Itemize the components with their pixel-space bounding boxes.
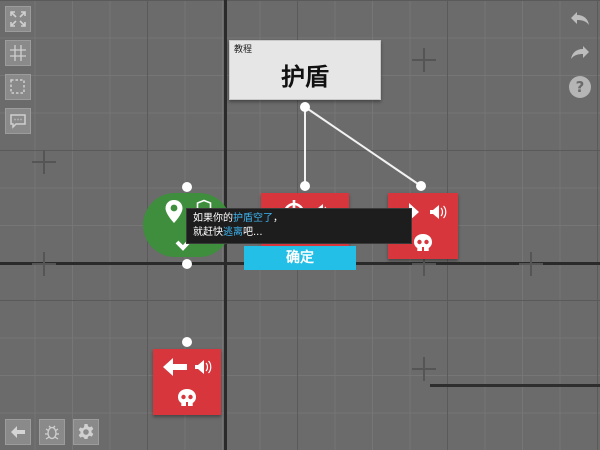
speaker-icon bbox=[195, 360, 212, 374]
tooltip-highlight: 逃离 bbox=[223, 227, 243, 238]
connection-handle[interactable] bbox=[416, 181, 426, 191]
undo-icon bbox=[571, 12, 589, 25]
skull-icon bbox=[178, 389, 196, 406]
svg-text:?: ? bbox=[576, 78, 585, 96]
tooltip-text: 就赶快 bbox=[193, 227, 223, 238]
grid-crosshair bbox=[412, 48, 436, 72]
connection-handle[interactable] bbox=[182, 337, 192, 347]
help-icon: ? bbox=[569, 76, 591, 98]
tutorial-caption: 教程 bbox=[234, 45, 253, 55]
canvas-line bbox=[430, 384, 600, 387]
grid-icon bbox=[10, 45, 26, 61]
undo-button[interactable] bbox=[565, 5, 595, 33]
fullscreen-button[interactable] bbox=[5, 6, 31, 32]
location-pin-icon bbox=[165, 200, 183, 223]
skull-icon bbox=[414, 234, 432, 251]
comment-button[interactable] bbox=[5, 108, 31, 134]
select-box-icon bbox=[10, 79, 25, 94]
select-box-button[interactable] bbox=[5, 74, 31, 100]
redo-button[interactable] bbox=[565, 39, 595, 67]
connection-handle[interactable] bbox=[300, 181, 310, 191]
connection-handle[interactable] bbox=[182, 182, 192, 192]
tooltip-text: 如果你的 bbox=[193, 213, 233, 224]
grid-crosshair bbox=[32, 252, 56, 276]
grid-crosshair bbox=[412, 357, 436, 381]
grid-toggle-button[interactable] bbox=[5, 40, 31, 66]
speaker-icon bbox=[430, 205, 447, 219]
debug-bug-icon bbox=[45, 425, 59, 440]
confirm-button[interactable]: 确定 bbox=[244, 246, 356, 270]
help-button[interactable]: ? bbox=[565, 73, 595, 101]
graph-canvas[interactable]: ? 教程 护盾 如果你的护盾空了， 就赶快逃离吧... 确定 bbox=[0, 0, 600, 450]
back-button[interactable] bbox=[5, 419, 31, 445]
debug-button[interactable] bbox=[39, 419, 65, 445]
grid-crosshair bbox=[519, 252, 543, 276]
tutorial-title: 护盾 bbox=[281, 63, 329, 91]
back-arrow-icon bbox=[11, 426, 25, 438]
redo-icon bbox=[571, 46, 589, 59]
connection-handle[interactable] bbox=[182, 259, 192, 269]
fullscreen-icon bbox=[10, 11, 26, 27]
settings-gear-icon bbox=[78, 424, 94, 439]
grid-crosshair bbox=[32, 150, 56, 174]
tooltip-text: 吧... bbox=[243, 227, 263, 238]
arrow-left-icon bbox=[163, 358, 187, 376]
tooltip-highlight: 护盾空了 bbox=[233, 213, 273, 224]
tooltip-line-2: 就赶快逃离吧... bbox=[193, 226, 405, 240]
tooltip-line-1: 如果你的护盾空了， bbox=[193, 212, 405, 226]
tutorial-title-card: 教程 护盾 bbox=[229, 40, 381, 100]
red-action-node-move-left[interactable] bbox=[153, 349, 221, 415]
comment-icon bbox=[10, 114, 26, 129]
connection-handle[interactable] bbox=[300, 102, 310, 112]
tutorial-tooltip: 如果你的护盾空了， 就赶快逃离吧... bbox=[186, 208, 412, 244]
tooltip-text: ， bbox=[273, 213, 283, 224]
settings-button[interactable] bbox=[73, 419, 99, 445]
